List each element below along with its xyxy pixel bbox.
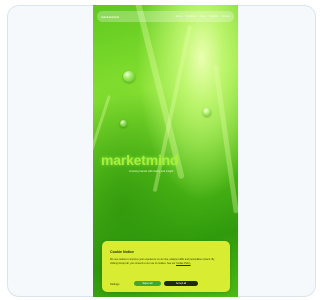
cookie-policy-link[interactable]: Cookie Policy (176, 262, 190, 265)
nav-link-solutions[interactable]: Solutions (186, 15, 197, 18)
water-droplet (120, 120, 127, 127)
nav-link-contact[interactable]: Contact (221, 15, 230, 18)
nav-link-about[interactable]: About (199, 15, 206, 18)
water-droplet (203, 108, 211, 116)
site-navbar: marketmind Home Solutions About Insights… (97, 11, 234, 22)
hero-subtitle: Growing brands with clarity and insight (129, 170, 174, 173)
water-droplet (123, 71, 135, 82)
nav-links: Home Solutions About Insights Contact (176, 15, 230, 18)
accept-all-button[interactable]: Accept all (164, 281, 198, 286)
cookie-body: We use cookies to improve your experienc… (110, 258, 220, 265)
nav-link-insights[interactable]: Insights (209, 15, 218, 18)
nav-link-home[interactable]: Home (176, 15, 183, 18)
grass-highlight (213, 64, 238, 214)
cookie-settings-link[interactable]: Settings (110, 283, 119, 286)
cookie-banner: Cookie Notice We use cookies to improve … (102, 241, 230, 292)
cookie-title: Cookie Notice (110, 250, 134, 254)
site-logo[interactable]: marketmind (101, 15, 119, 19)
cookie-body-line-1: We use cookies to improve your experienc… (110, 258, 211, 261)
reject-all-button[interactable]: Reject all (134, 281, 161, 286)
hero-title: marketmind (101, 152, 179, 168)
